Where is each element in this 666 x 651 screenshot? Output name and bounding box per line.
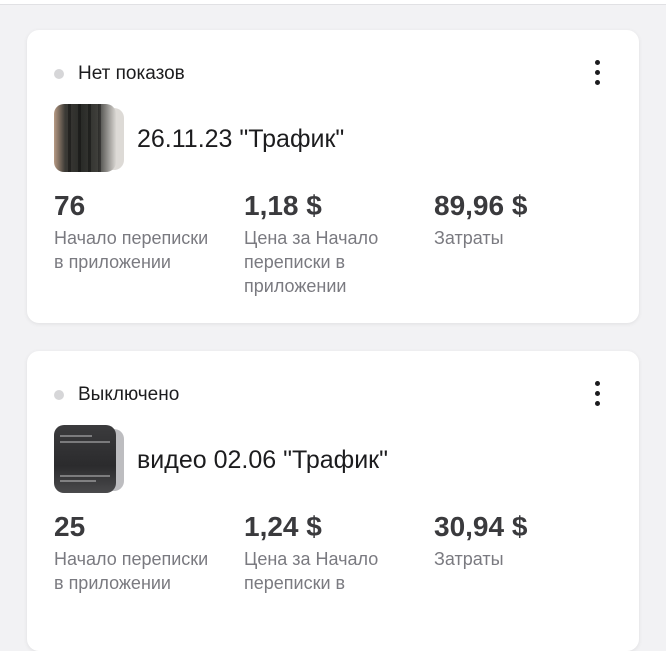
more-vertical-icon xyxy=(594,60,600,85)
metric-label: Начало переписки в приложении xyxy=(54,549,209,593)
ad-header[interactable]: 26.11.23 "Трафик" xyxy=(54,104,344,174)
metric-label: Затраты xyxy=(434,228,504,248)
ad-title: 26.11.23 "Трафик" xyxy=(137,124,345,153)
ad-thumbnail xyxy=(54,104,124,174)
metric-spend: 89,96 $ Затраты xyxy=(434,190,624,298)
metrics-row: 76 Начало переписки в приложении 1,18 $ … xyxy=(54,190,624,298)
metric-label: Цена за Начало переписки в xyxy=(244,549,379,593)
ad-thumbnail xyxy=(54,425,124,495)
metric-conversations: 25 Начало переписки в приложении xyxy=(54,511,244,595)
metric-spend: 30,94 $ Затраты xyxy=(434,511,624,595)
status-dot-icon xyxy=(54,390,64,400)
metric-value: 1,18 $ xyxy=(244,190,322,221)
metric-value: 25 xyxy=(54,511,86,542)
status-row: Нет показов xyxy=(54,63,185,85)
metric-value: 30,94 $ xyxy=(434,511,528,542)
metric-label: Затраты xyxy=(434,549,504,569)
ad-title: видео 02.06 "Трафик" xyxy=(137,445,388,474)
metric-label: Цена за Начало переписки в приложении xyxy=(244,228,379,296)
metric-value: 1,24 $ xyxy=(244,511,322,542)
status-label: Выключено xyxy=(78,384,180,405)
ad-card[interactable]: Выключено видео 02.06 "Трафик" 25 Начало… xyxy=(27,351,639,651)
status-label: Нет показов xyxy=(78,63,185,84)
metric-conversations: 76 Начало переписки в приложении xyxy=(54,190,244,298)
more-options-button[interactable] xyxy=(585,381,609,409)
status-row: Выключено xyxy=(54,384,179,406)
metric-value: 89,96 $ xyxy=(434,190,528,221)
metrics-row: 25 Начало переписки в приложении 1,24 $ … xyxy=(54,511,624,595)
top-divider xyxy=(0,0,666,5)
metric-label: Начало переписки в приложении xyxy=(54,228,209,272)
more-vertical-icon xyxy=(594,381,600,406)
more-options-button[interactable] xyxy=(585,60,609,88)
metric-value: 76 xyxy=(54,190,86,221)
status-dot-icon xyxy=(54,69,64,79)
ad-card[interactable]: Нет показов 26.11.23 "Трафик" 76 Начало … xyxy=(27,30,639,323)
ad-header[interactable]: видео 02.06 "Трафик" xyxy=(54,425,388,495)
metric-cost-per-conversation: 1,18 $ Цена за Начало переписки в прилож… xyxy=(244,190,434,298)
metric-cost-per-conversation: 1,24 $ Цена за Начало переписки в xyxy=(244,511,434,595)
